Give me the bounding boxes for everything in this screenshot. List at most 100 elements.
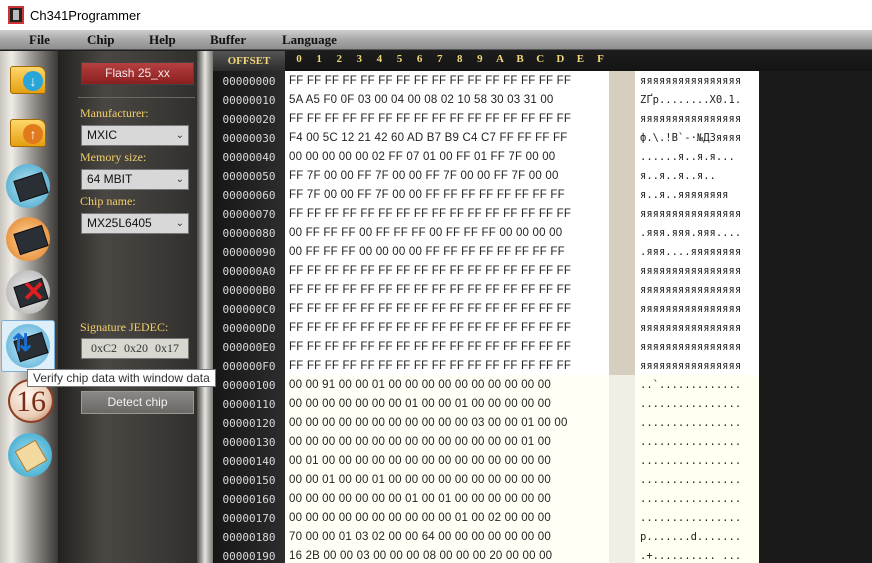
hex-row[interactable]: FF FF FF FF FF FF FF FF FF FF FF FF FF F… — [289, 338, 571, 357]
offset-cell: 00000000 — [213, 72, 285, 91]
offset-cell: 00000060 — [213, 186, 285, 205]
hex-row[interactable]: 70 00 00 01 03 02 00 00 64 00 00 00 00 0… — [289, 528, 551, 547]
erase-chip-icon: ✕ — [6, 270, 50, 314]
offset-cell: 00000110 — [213, 395, 285, 414]
chevron-down-icon: ⌄ — [175, 218, 184, 229]
ascii-row[interactable]: я..я..яяяяяяяя — [640, 186, 758, 205]
ascii-row[interactable]: ................ — [640, 395, 758, 414]
hex-row[interactable]: FF FF FF FF FF FF FF FF FF FF FF FF FF F… — [289, 72, 571, 91]
ascii-row[interactable]: яяяяяяяяяяяяяяяя — [640, 205, 758, 224]
hex-row[interactable]: 00 00 00 00 00 00 00 01 00 01 00 00 00 0… — [289, 490, 551, 509]
hex-row[interactable]: FF FF FF FF FF FF FF FF FF FF FF FF FF F… — [289, 300, 571, 319]
signature-label: Signature JEDEC: — [80, 320, 169, 334]
menu-buffer[interactable]: Buffer — [210, 32, 246, 48]
hex-row[interactable]: 00 01 00 00 00 00 00 00 00 00 00 00 00 0… — [289, 452, 551, 471]
hex-row[interactable]: 00 00 00 00 00 00 00 01 00 00 01 00 00 0… — [289, 395, 551, 414]
hex-row[interactable]: 00 00 00 00 00 02 FF 07 01 00 FF 01 FF 7… — [289, 148, 555, 167]
ascii-row[interactable]: .яяя....яяяяяяяя — [640, 243, 758, 262]
ascii-row[interactable]: ......я..я.я... — [640, 148, 758, 167]
hex-row[interactable]: 00 FF FF FF 00 00 00 00 FF FF FF FF FF F… — [289, 243, 565, 262]
offset-column: 00000000 00000010 00000020 00000030 00000040… — [213, 71, 285, 563]
column-header: 2 — [336, 53, 342, 65]
ascii-row[interactable]: яяяяяяяяяяяяяяяя — [640, 110, 758, 129]
hex-row[interactable]: FF 7F 00 00 FF 7F 00 00 FF FF FF FF FF F… — [289, 186, 565, 205]
ascii-row[interactable]: .яяя.яяя.яяя.... — [640, 224, 758, 243]
menu-chip[interactable]: Chip — [87, 32, 114, 48]
memory-size-select[interactable]: 64 MBIT ⌄ — [81, 169, 189, 190]
ascii-row[interactable]: яяяяяяяяяяяяяяяя — [640, 281, 758, 300]
hex-row[interactable]: FF 7F 00 00 FF 7F 00 00 FF 7F 00 00 FF 7… — [289, 167, 559, 186]
menu-language[interactable]: Language — [282, 32, 337, 48]
ascii-row[interactable]: ZҐр........X0.1. — [640, 91, 758, 110]
column-header: C — [536, 53, 545, 65]
erase-chip-button[interactable]: ✕ — [4, 268, 52, 316]
right-empty-area — [759, 71, 872, 563]
offset-cell: 000000E0 — [213, 338, 285, 357]
ascii-row[interactable]: ..`............. — [640, 376, 758, 395]
offset-header: OFFSET — [213, 51, 285, 71]
detect-chip-button[interactable]: Detect chip — [81, 391, 194, 414]
column-header: 3 — [356, 53, 363, 65]
read-chip-icon — [6, 164, 50, 208]
hex-row[interactable]: 16 2B 00 00 03 00 00 00 08 00 00 00 20 0… — [289, 547, 552, 563]
hex-row[interactable]: FF FF FF FF FF FF FF FF FF FF FF FF FF F… — [289, 281, 571, 300]
hex-row[interactable]: FF FF FF FF FF FF FF FF FF FF FF FF FF F… — [289, 110, 571, 129]
hex-row[interactable]: FF FF FF FF FF FF FF FF FF FF FF FF FF F… — [289, 205, 571, 224]
ascii-row[interactable]: ................ — [640, 452, 758, 471]
ascii-column[interactable]: яяяяяяяяяяяяяяяя ZҐр........X0.1. яяяяяяяя… — [635, 71, 759, 563]
write-chip-button[interactable] — [4, 215, 52, 263]
ascii-row[interactable]: ................ — [640, 490, 758, 509]
ascii-row[interactable]: ................ — [640, 414, 758, 433]
offset-cell: 00000170 — [213, 509, 285, 528]
ascii-row[interactable]: p.......d....... — [640, 528, 758, 547]
save-file-button[interactable]: ↑ — [4, 109, 52, 157]
signature-value: 0xC2 0x20 0x17 — [81, 338, 189, 359]
ascii-row[interactable]: ................ — [640, 471, 758, 490]
hex-row[interactable]: FF FF FF FF FF FF FF FF FF FF FF FF FF F… — [289, 262, 571, 281]
hex-row[interactable]: 00 00 00 00 00 00 00 00 00 00 00 00 00 0… — [289, 433, 551, 452]
settings-panel: Flash 25_xx Manufacturer: MXIC ⌄ Memory … — [58, 51, 213, 563]
open-file-button[interactable]: ↓ — [4, 56, 52, 104]
write-chip-icon — [6, 217, 50, 261]
hex-row[interactable]: 00 00 00 00 00 00 00 00 00 00 00 03 00 0… — [289, 414, 568, 433]
menu-file[interactable]: File — [29, 32, 50, 48]
read-chip-button[interactable] — [4, 162, 52, 210]
chip-name-select[interactable]: MX25L6405 ⌄ — [81, 213, 189, 234]
ascii-row[interactable]: ................ — [640, 433, 758, 452]
ascii-row[interactable]: яяяяяяяяяяяяяяяя — [640, 72, 758, 91]
divider — [78, 97, 195, 98]
offset-cell: 00000030 — [213, 129, 285, 148]
flash-type-button[interactable]: Flash 25_xx — [81, 62, 194, 85]
menu-help[interactable]: Help — [149, 32, 176, 48]
ascii-row[interactable]: яяяяяяяяяяяяяяяя — [640, 300, 758, 319]
hex-row[interactable]: 00 00 00 00 00 00 00 00 00 00 01 00 02 0… — [289, 509, 551, 528]
ascii-row[interactable]: яяяяяяяяяяяяяяяя — [640, 338, 758, 357]
manufacturer-select[interactable]: MXIC ⌄ — [81, 125, 189, 146]
verify-chip-button[interactable]: ⇅ — [1, 320, 55, 372]
ascii-row[interactable]: яяяяяяяяяяяяяяяя — [640, 357, 758, 376]
hex-row[interactable]: 00 00 91 00 00 01 00 00 00 00 00 00 00 0… — [289, 376, 551, 395]
ascii-row[interactable]: яяяяяяяяяяяяяяяя — [640, 262, 758, 281]
ascii-row[interactable]: я..я..я..я.. — [640, 167, 758, 186]
hex-bytes-grid[interactable]: FF FF FF FF FF FF FF FF FF FF FF FF FF F… — [285, 71, 609, 563]
ascii-row[interactable]: ф.\.!B`-·№ДЗяяяя — [640, 129, 758, 148]
script-button[interactable] — [4, 429, 52, 477]
scroll-icon — [8, 433, 52, 477]
menu-bar: File Chip Help Buffer Language — [0, 30, 872, 50]
hex-row[interactable]: 5A A5 F0 0F 03 00 04 00 08 02 10 58 30 0… — [289, 91, 554, 110]
hex-row[interactable]: FF FF FF FF FF FF FF FF FF FF FF FF FF F… — [289, 357, 571, 376]
hex-row[interactable]: 00 FF FF FF 00 FF FF FF 00 FF FF FF 00 0… — [289, 224, 562, 243]
offset-cell: 00000160 — [213, 490, 285, 509]
hex-row[interactable]: 00 00 01 00 00 01 00 00 00 00 00 00 00 0… — [289, 471, 551, 490]
ascii-row[interactable]: ................ — [640, 509, 758, 528]
memory-size-label: Memory size: — [80, 150, 147, 164]
hex-row[interactable]: FF FF FF FF FF FF FF FF FF FF FF FF FF F… — [289, 319, 571, 338]
ascii-row[interactable]: яяяяяяяяяяяяяяяя — [640, 319, 758, 338]
offset-cell: 00000080 — [213, 224, 285, 243]
toolbar-rail: ↓ ↑ ✕ ⇅ 16 — [0, 51, 58, 563]
column-header: 7 — [436, 53, 443, 65]
ascii-row[interactable]: .+.......... ... — [640, 547, 758, 563]
hex-row[interactable]: F4 00 5C 12 21 42 60 AD B7 B9 C4 C7 FF F… — [289, 129, 567, 148]
offset-cell: 00000050 — [213, 167, 285, 186]
offset-cell: 00000150 — [213, 471, 285, 490]
